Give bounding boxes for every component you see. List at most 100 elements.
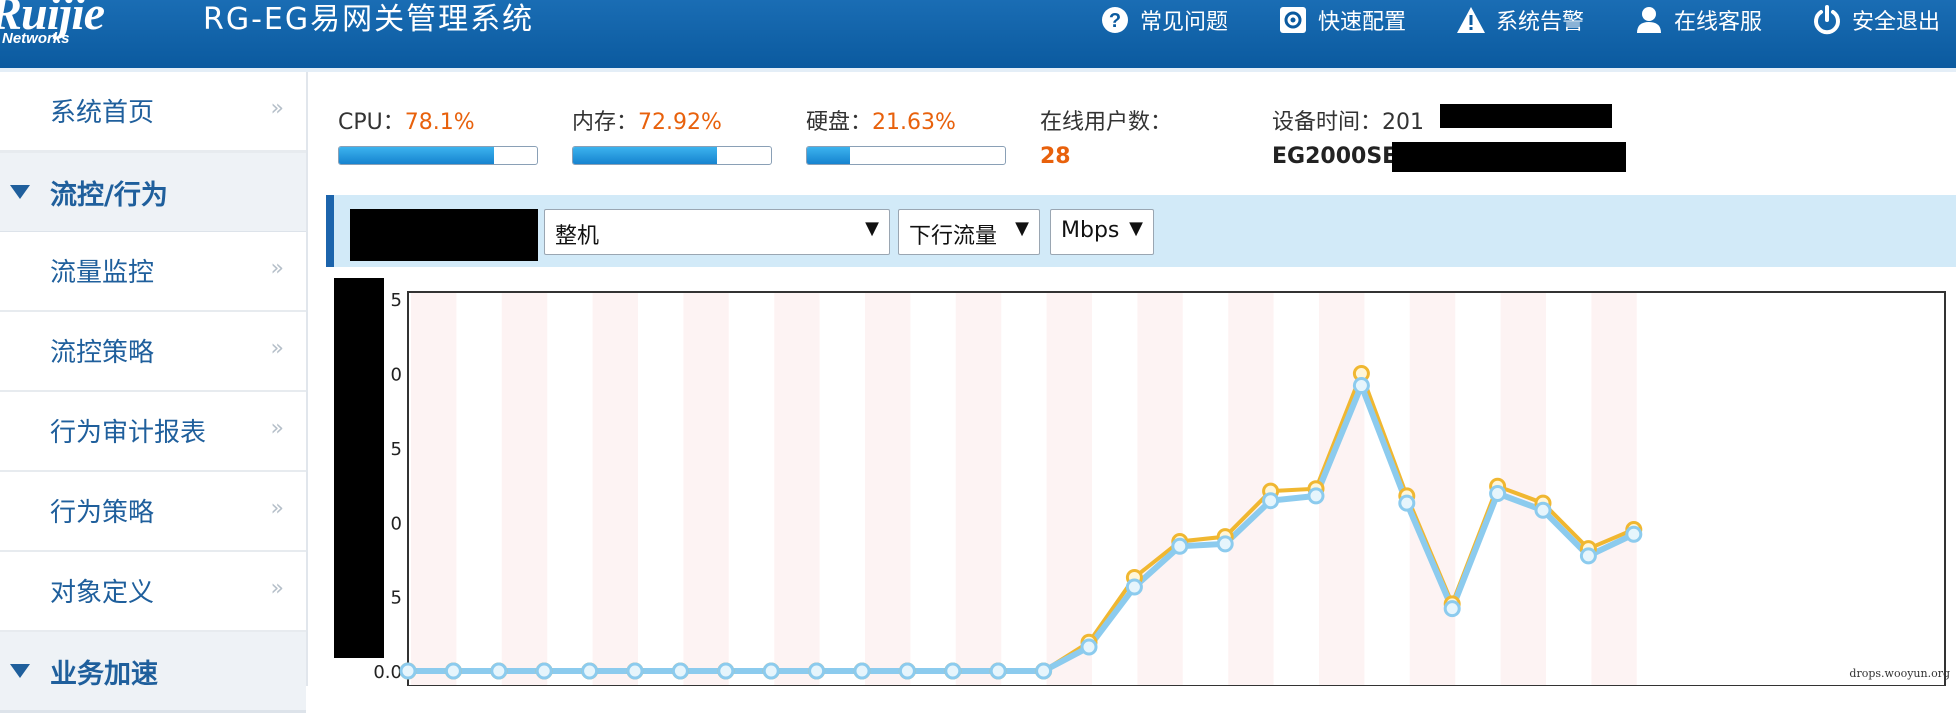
data-point xyxy=(1534,501,1552,519)
memory-label: 内存： xyxy=(572,110,639,135)
direction-select[interactable]: 下行流量 ▼ xyxy=(898,209,1040,255)
online-users-value: 28 xyxy=(1040,144,1071,169)
memory-stat: 内存：72.92% xyxy=(572,104,722,136)
cpu-progress-bar xyxy=(338,146,538,165)
y-tick-label: 5 xyxy=(391,290,402,311)
double-chevron-icon: » xyxy=(270,496,284,521)
caret-down-icon: ▼ xyxy=(1015,218,1029,239)
sidebar-item-label: 行为策略 xyxy=(50,498,155,528)
data-point xyxy=(535,662,553,680)
data-point xyxy=(626,662,644,680)
data-point xyxy=(1125,578,1143,596)
double-chevron-icon: » xyxy=(270,416,284,441)
top-header: Ruijie Networks RG-EG易网关管理系统 ? 常见问题 快速配置… xyxy=(0,0,1956,72)
online-users-label: 在线用户数： xyxy=(1040,110,1173,135)
grid-band xyxy=(1409,292,1456,686)
data-point xyxy=(808,662,826,680)
sidebar-item-label: 对象定义 xyxy=(50,578,155,608)
memory-progress-fill xyxy=(573,147,718,164)
grid-band xyxy=(1046,292,1092,686)
data-point xyxy=(898,662,916,680)
grid-band xyxy=(683,292,729,686)
direction-select-value: 下行流量 xyxy=(909,224,998,249)
data-point xyxy=(1398,494,1416,512)
sidebar-item-label: 流量监控 xyxy=(50,258,155,288)
device-model: EG2000SE xyxy=(1272,144,1398,169)
data-point xyxy=(762,662,780,680)
sidebar-item-flow-policy[interactable]: 流控策略 » xyxy=(0,312,306,393)
data-point xyxy=(1352,377,1370,395)
data-point xyxy=(1307,487,1325,505)
gear-icon xyxy=(1280,7,1306,33)
device-time: 设备时间：201 xyxy=(1272,104,1424,136)
double-chevron-icon: » xyxy=(270,336,284,361)
triangle-down-icon xyxy=(10,664,30,678)
triangle-down-icon xyxy=(10,185,30,199)
data-point xyxy=(1262,492,1280,510)
grid-band xyxy=(592,292,638,686)
data-point xyxy=(490,662,508,680)
device-select[interactable]: 整机 ▼ xyxy=(544,209,890,255)
data-point xyxy=(671,662,689,680)
sidebar-group-acceleration[interactable]: 业务加速 xyxy=(0,632,306,713)
nav-alarm-label: 系统告警 xyxy=(1496,10,1585,35)
caret-down-icon: ▼ xyxy=(1129,218,1143,239)
nav-help[interactable]: ? 常见问题 xyxy=(1100,0,1228,40)
grid-band xyxy=(1137,292,1183,686)
memory-value: 72.92% xyxy=(638,110,722,135)
data-point xyxy=(1080,638,1098,656)
traffic-chart: 0.0 5 0 5 0 5 xyxy=(326,276,1956,687)
sidebar-item-behavior-policy[interactable]: 行为策略 » xyxy=(0,472,306,553)
grid-band xyxy=(774,292,820,686)
nav-logout[interactable]: 安全退出 xyxy=(1812,0,1940,40)
disk-progress-fill xyxy=(807,147,850,164)
data-point xyxy=(1035,662,1053,680)
logo-subtitle: Networks xyxy=(2,30,70,47)
memory-progress-bar xyxy=(572,146,772,165)
sidebar-item-object-definition[interactable]: 对象定义 » xyxy=(0,552,306,633)
y-tick-label: 5 xyxy=(391,588,402,609)
user-icon xyxy=(1637,7,1661,33)
data-point xyxy=(581,662,599,680)
power-icon xyxy=(1814,5,1840,35)
double-chevron-icon: » xyxy=(270,256,284,281)
sidebar-item-audit-report[interactable]: 行为审计报表 » xyxy=(0,392,306,473)
redaction-box xyxy=(350,209,538,261)
y-tick-label: 0 xyxy=(391,513,402,534)
data-point xyxy=(853,662,871,680)
grid-band xyxy=(865,292,911,686)
disk-value: 21.63% xyxy=(872,110,956,135)
device-time-label: 设备时间： xyxy=(1272,110,1383,135)
disk-progress-bar xyxy=(806,146,1006,165)
sidebar-item-label: 流控策略 xyxy=(50,338,155,368)
data-point xyxy=(717,662,735,680)
app-title: RG-EG易网关管理系统 xyxy=(203,2,535,37)
nav-alarm[interactable]: 系统告警 xyxy=(1456,0,1584,40)
grid-band xyxy=(1591,292,1637,686)
nav-quick-config[interactable]: 快速配置 xyxy=(1278,0,1406,40)
unit-select[interactable]: Mbps ▼ xyxy=(1050,209,1154,255)
nav-support[interactable]: 在线客服 xyxy=(1634,0,1762,40)
sidebar-group-label: 业务加速 xyxy=(50,659,158,690)
double-chevron-icon: » xyxy=(270,576,284,601)
double-chevron-icon: » xyxy=(270,96,284,121)
sidebar-item-traffic-monitor[interactable]: 流量监控 » xyxy=(0,232,306,313)
data-point xyxy=(1489,484,1507,502)
sidebar-item-label: 行为审计报表 xyxy=(50,418,207,448)
redaction-box xyxy=(334,278,384,658)
device-select-value: 整机 xyxy=(555,224,600,249)
nav-quick-config-label: 快速配置 xyxy=(1318,10,1407,35)
grid-band xyxy=(955,292,1002,686)
caret-down-icon: ▼ xyxy=(865,218,879,239)
sidebar-group-flow-behavior[interactable]: 流控/行为 xyxy=(0,153,306,234)
sidebar-item-home[interactable]: 系统首页 » xyxy=(0,72,306,153)
sidebar-item-label: 系统首页 xyxy=(50,98,155,128)
sidebar: 系统首页 » 流控/行为 流量监控 » 流控策略 » 行为审计报表 » 行为策略… xyxy=(0,72,308,713)
unit-select-value: Mbps xyxy=(1061,218,1120,243)
data-point xyxy=(1443,600,1461,618)
disk-label: 硬盘： xyxy=(806,110,873,135)
data-point xyxy=(944,662,962,680)
grid-band xyxy=(411,292,457,686)
cpu-label: CPU： xyxy=(338,110,405,135)
nav-help-label: 常见问题 xyxy=(1140,10,1229,35)
